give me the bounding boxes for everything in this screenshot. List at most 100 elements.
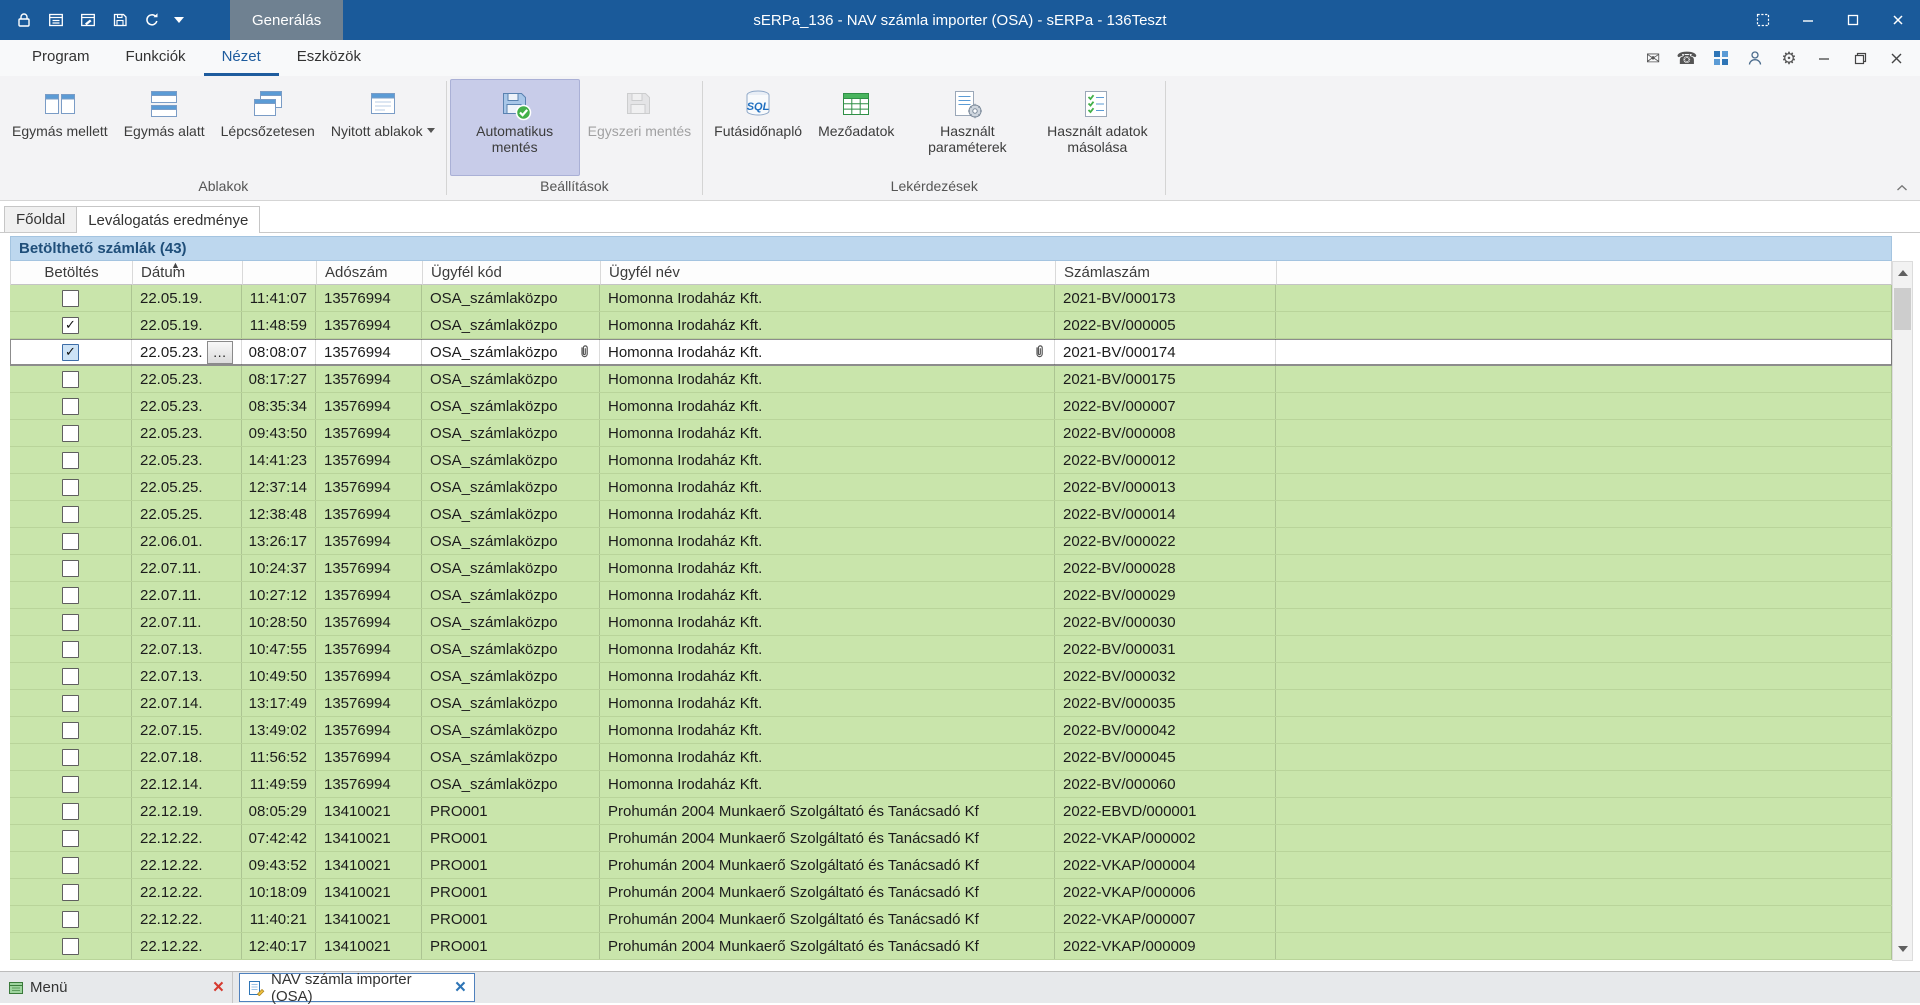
table-row[interactable]: 22.06.01.13:26:1713576994OSA_számlaközpo… [10, 528, 1892, 555]
table-row[interactable]: 22.05.19.11:41:0713576994OSA_számlaközpo… [10, 285, 1892, 312]
column-header-datum[interactable]: Dátum▲ [133, 261, 243, 285]
gear-icon[interactable]: ⚙ [1778, 47, 1800, 69]
menu-tab-funkciok[interactable]: Funkciók [108, 40, 204, 76]
egymas-mellett-button[interactable]: Egymás mellett [4, 79, 116, 176]
hasznalt-adatok-masolasa-button[interactable]: Használt adatok másolása [1032, 79, 1162, 176]
close-nav-importer-tab-icon[interactable]: × [455, 978, 466, 997]
child-restore-button[interactable] [1848, 47, 1872, 69]
column-header-ido[interactable] [243, 261, 317, 285]
row-checkbox[interactable] [62, 884, 79, 901]
table-row[interactable]: 22.05.25.12:37:1413576994OSA_számlaközpo… [10, 474, 1892, 501]
window-edit-icon[interactable] [74, 6, 102, 34]
row-checkbox[interactable] [62, 641, 79, 658]
vertical-scrollbar[interactable] [1892, 261, 1913, 961]
table-row[interactable]: 22.12.19.08:05:2913410021PRO001Prohumán … [10, 798, 1892, 825]
table-row[interactable]: 22.12.14.11:49:5913576994OSA_számlaközpo… [10, 771, 1892, 798]
row-checkbox[interactable] [62, 695, 79, 712]
column-header-szamlaszam[interactable]: Számlaszám [1056, 261, 1277, 285]
column-header-ugyfel-nev[interactable]: Ügyfél név [601, 261, 1056, 285]
row-checkbox[interactable] [62, 587, 79, 604]
maximize-button[interactable] [1830, 0, 1875, 40]
row-checkbox[interactable] [62, 452, 79, 469]
row-checkbox[interactable] [62, 533, 79, 550]
row-checkbox[interactable]: ✓ [62, 344, 79, 361]
scroll-up-button[interactable] [1893, 263, 1912, 282]
row-checkbox[interactable] [62, 371, 79, 388]
table-row[interactable]: 22.12.22.10:18:0913410021PRO001Prohumán … [10, 879, 1892, 906]
row-checkbox[interactable] [62, 857, 79, 874]
row-checkbox[interactable] [62, 776, 79, 793]
row-checkbox[interactable] [62, 479, 79, 496]
table-row[interactable]: 22.05.23.14:41:2313576994OSA_számlaközpo… [10, 447, 1892, 474]
minimize-button[interactable] [1785, 0, 1830, 40]
table-row[interactable]: 22.12.22.07:42:4213410021PRO001Prohumán … [10, 825, 1892, 852]
task-tab-nav-szamla-importer[interactable]: NAV számla importer (OSA) × [239, 973, 475, 1002]
table-row[interactable]: 22.05.23.08:35:3413576994OSA_számlaközpo… [10, 393, 1892, 420]
child-minimize-button[interactable] [1812, 47, 1836, 69]
row-checkbox[interactable]: ✓ [62, 317, 79, 334]
column-header-ugyfel-kod[interactable]: Ügyfél kód [423, 261, 601, 285]
table-row[interactable]: ✓22.05.23.…08:08:0713576994OSA_számlaköz… [10, 339, 1892, 366]
nyitott-ablakok-button[interactable]: Nyitott ablakok [323, 79, 443, 176]
row-checkbox[interactable] [62, 614, 79, 631]
table-row[interactable]: 22.05.25.12:38:4813576994OSA_számlaközpo… [10, 501, 1892, 528]
table-row[interactable]: 22.05.23.09:43:5013576994OSA_számlaközpo… [10, 420, 1892, 447]
table-row[interactable]: ✓22.05.19.11:48:5913576994OSA_számlaközp… [10, 312, 1892, 339]
automatikus-mentes-button[interactable]: Automatikus mentés [450, 79, 580, 176]
scroll-down-button[interactable] [1893, 940, 1912, 959]
row-checkbox[interactable] [62, 506, 79, 523]
row-checkbox[interactable] [62, 560, 79, 577]
tab-levalogatas-eredmenye[interactable]: Leválogatás eredménye [76, 206, 260, 233]
quick-access-dropdown-icon[interactable] [170, 6, 188, 34]
close-button[interactable] [1875, 0, 1920, 40]
table-row[interactable]: 22.07.14.13:17:4913576994OSA_számlaközpo… [10, 690, 1892, 717]
row-checkbox[interactable] [62, 722, 79, 739]
mail-icon[interactable]: ✉ [1642, 47, 1664, 69]
table-row[interactable]: 22.12.22.09:43:5213410021PRO001Prohumán … [10, 852, 1892, 879]
child-close-button[interactable] [1884, 47, 1908, 69]
lepcsozetesen-button[interactable]: Lépcsőzetesen [213, 79, 323, 176]
menu-tab-program[interactable]: Program [14, 40, 108, 76]
column-header-betoltes[interactable]: Betöltés [11, 261, 133, 285]
row-checkbox[interactable] [62, 398, 79, 415]
save-icon[interactable] [106, 6, 134, 34]
egymas-alatt-button[interactable]: Egymás alatt [116, 79, 213, 176]
futasidonaplo-button[interactable]: SQL Futásidőnapló [706, 79, 810, 176]
column-header-adoszam[interactable]: Adószám [317, 261, 423, 285]
row-checkbox[interactable] [62, 803, 79, 820]
close-menu-tab-icon[interactable]: × [213, 978, 224, 997]
table-row[interactable]: 22.07.13.10:49:5013576994OSA_számlaközpo… [10, 663, 1892, 690]
fit-screen-icon[interactable] [1740, 0, 1785, 40]
row-checkbox[interactable] [62, 830, 79, 847]
row-checkbox[interactable] [62, 290, 79, 307]
app-grid-icon[interactable] [1710, 47, 1732, 69]
generate-button[interactable]: Generálás [230, 0, 343, 40]
phone-icon[interactable]: ☎ [1676, 47, 1698, 69]
menu-tab-eszkozok[interactable]: Eszközök [279, 40, 379, 76]
window-list-icon[interactable] [42, 6, 70, 34]
row-checkbox[interactable] [62, 911, 79, 928]
row-checkbox[interactable] [62, 749, 79, 766]
collapse-ribbon-icon[interactable] [1896, 184, 1908, 192]
mezoadatok-button[interactable]: Mezőadatok [810, 79, 902, 176]
hasznalt-parameterek-button[interactable]: Használt paraméterek [902, 79, 1032, 176]
tab-fooldal[interactable]: Főoldal [4, 206, 77, 232]
table-row[interactable]: 22.07.15.13:49:0213576994OSA_számlaközpo… [10, 717, 1892, 744]
row-checkbox[interactable] [62, 668, 79, 685]
table-row[interactable]: 22.07.11.10:27:1213576994OSA_számlaközpo… [10, 582, 1892, 609]
refresh-icon[interactable] [138, 6, 166, 34]
table-row[interactable]: 22.07.11.10:28:5013576994OSA_számlaközpo… [10, 609, 1892, 636]
row-checkbox[interactable] [62, 938, 79, 955]
table-row[interactable]: 22.07.13.10:47:5513576994OSA_számlaközpo… [10, 636, 1892, 663]
user-icon[interactable] [1744, 47, 1766, 69]
task-tab-menu[interactable]: Menü × [0, 972, 233, 1003]
row-checkbox[interactable] [62, 425, 79, 442]
scrollbar-thumb[interactable] [1894, 288, 1911, 330]
table-row[interactable]: 22.07.11.10:24:3713576994OSA_számlaközpo… [10, 555, 1892, 582]
table-row[interactable]: 22.12.22.11:40:2113410021PRO001Prohumán … [10, 906, 1892, 933]
menu-tab-nezet[interactable]: Nézet [204, 40, 279, 76]
table-row[interactable]: 22.05.23.08:17:2713576994OSA_számlaközpo… [10, 366, 1892, 393]
row-options-button[interactable]: … [207, 341, 233, 364]
table-row[interactable]: 22.12.22.12:40:1713410021PRO001Prohumán … [10, 933, 1892, 960]
table-row[interactable]: 22.07.18.11:56:5213576994OSA_számlaközpo… [10, 744, 1892, 771]
